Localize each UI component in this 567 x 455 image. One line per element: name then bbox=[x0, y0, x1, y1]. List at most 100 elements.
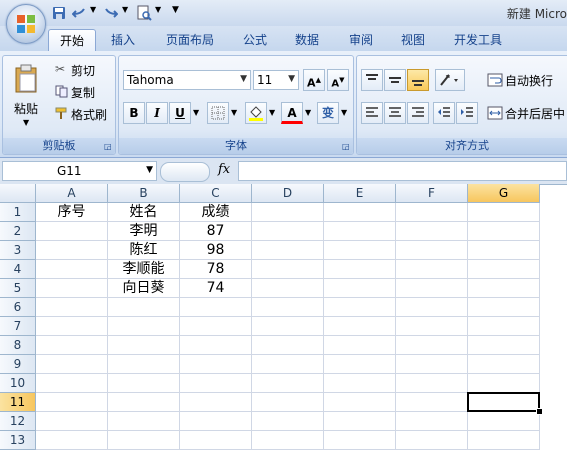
format-painter-icon[interactable] bbox=[55, 107, 68, 120]
row-header-9[interactable]: 9 bbox=[0, 355, 36, 374]
borders-button[interactable] bbox=[207, 102, 229, 124]
cell-f6[interactable] bbox=[396, 298, 468, 317]
cell-b4[interactable]: 李顺能 bbox=[108, 260, 180, 279]
cell-f7[interactable] bbox=[396, 317, 468, 336]
preview-dropdown-icon[interactable]: ▼ bbox=[155, 5, 161, 21]
cell-b8[interactable] bbox=[108, 336, 180, 355]
cell-e3[interactable] bbox=[324, 241, 396, 260]
cell-c3[interactable]: 98 bbox=[180, 241, 252, 260]
tab-page-layout[interactable]: 页面布局 bbox=[158, 29, 222, 51]
cell-g1[interactable] bbox=[468, 203, 540, 222]
cell-c13[interactable] bbox=[180, 431, 252, 450]
cell-d13[interactable] bbox=[252, 431, 324, 450]
fill-handle[interactable] bbox=[536, 408, 543, 415]
cell-b13[interactable] bbox=[108, 431, 180, 450]
tab-view[interactable]: 视图 bbox=[390, 29, 436, 51]
cell-e8[interactable] bbox=[324, 336, 396, 355]
cell-b1[interactable]: 姓名 bbox=[108, 203, 180, 222]
italic-button[interactable]: I bbox=[146, 102, 168, 124]
cell-c4[interactable]: 78 bbox=[180, 260, 252, 279]
cell-g12[interactable] bbox=[468, 412, 540, 431]
cell-d10[interactable] bbox=[252, 374, 324, 393]
row-header-1[interactable]: 1 bbox=[0, 203, 36, 222]
cell-f5[interactable] bbox=[396, 279, 468, 298]
cell-f9[interactable] bbox=[396, 355, 468, 374]
cell-f2[interactable] bbox=[396, 222, 468, 241]
cell-a5[interactable] bbox=[36, 279, 108, 298]
font-size-select[interactable]: 11 ▼ bbox=[253, 70, 299, 90]
cell-f4[interactable] bbox=[396, 260, 468, 279]
cell-a8[interactable] bbox=[36, 336, 108, 355]
cell-e13[interactable] bbox=[324, 431, 396, 450]
bold-button[interactable]: B bbox=[123, 102, 145, 124]
cell-c6[interactable] bbox=[180, 298, 252, 317]
cell-b5[interactable]: 向日葵 bbox=[108, 279, 180, 298]
row-header-7[interactable]: 7 bbox=[0, 317, 36, 336]
cut-icon[interactable]: ✂ bbox=[55, 62, 65, 76]
row-header-5[interactable]: 5 bbox=[0, 279, 36, 298]
row-header-12[interactable]: 12 bbox=[0, 412, 36, 431]
grow-font-button[interactable]: A▲ bbox=[303, 69, 325, 91]
cell-d1[interactable] bbox=[252, 203, 324, 222]
cell-d5[interactable] bbox=[252, 279, 324, 298]
cell-d3[interactable] bbox=[252, 241, 324, 260]
cell-e11[interactable] bbox=[324, 393, 396, 412]
undo-dropdown-icon[interactable]: ▼ bbox=[90, 5, 96, 21]
cell-a3[interactable] bbox=[36, 241, 108, 260]
redo-dropdown-icon[interactable]: ▼ bbox=[122, 5, 128, 21]
cell-f11[interactable] bbox=[396, 393, 468, 412]
column-header-c[interactable]: C bbox=[180, 184, 252, 203]
cell-g3[interactable] bbox=[468, 241, 540, 260]
cell-c10[interactable] bbox=[180, 374, 252, 393]
cell-d11[interactable] bbox=[252, 393, 324, 412]
cell-b7[interactable] bbox=[108, 317, 180, 336]
print-preview-icon[interactable] bbox=[136, 5, 152, 21]
cell-b3[interactable]: 陈红 bbox=[108, 241, 180, 260]
cell-a13[interactable] bbox=[36, 431, 108, 450]
office-button[interactable] bbox=[6, 4, 46, 44]
row-header-13[interactable]: 13 bbox=[0, 431, 36, 450]
cell-e10[interactable] bbox=[324, 374, 396, 393]
align-top-button[interactable] bbox=[361, 69, 383, 91]
cell-a9[interactable] bbox=[36, 355, 108, 374]
row-header-2[interactable]: 2 bbox=[0, 222, 36, 241]
cell-f12[interactable] bbox=[396, 412, 468, 431]
cell-b10[interactable] bbox=[108, 374, 180, 393]
cell-g7[interactable] bbox=[468, 317, 540, 336]
customize-toolbar-icon[interactable]: ▼ bbox=[172, 5, 179, 21]
align-left-button[interactable] bbox=[361, 102, 383, 124]
column-header-b[interactable]: B bbox=[108, 184, 180, 203]
insert-function-button[interactable]: fx bbox=[218, 162, 230, 177]
paste-icon[interactable] bbox=[13, 64, 39, 94]
tab-developer[interactable]: 开发工具 bbox=[446, 29, 510, 51]
cell-c12[interactable] bbox=[180, 412, 252, 431]
cell-b12[interactable] bbox=[108, 412, 180, 431]
cell-g6[interactable] bbox=[468, 298, 540, 317]
cell-f13[interactable] bbox=[396, 431, 468, 450]
decrease-indent-button[interactable] bbox=[433, 102, 455, 124]
cell-a1[interactable]: 序号 bbox=[36, 203, 108, 222]
cell-e2[interactable] bbox=[324, 222, 396, 241]
tab-formulas[interactable]: 公式 bbox=[232, 29, 278, 51]
cell-e4[interactable] bbox=[324, 260, 396, 279]
cell-a2[interactable] bbox=[36, 222, 108, 241]
cell-e9[interactable] bbox=[324, 355, 396, 374]
paste-dropdown-icon[interactable]: ▼ bbox=[23, 118, 29, 127]
cell-d2[interactable] bbox=[252, 222, 324, 241]
select-all-corner[interactable] bbox=[0, 184, 36, 203]
align-center-button[interactable] bbox=[384, 102, 406, 124]
increase-indent-button[interactable] bbox=[456, 102, 478, 124]
cell-g2[interactable] bbox=[468, 222, 540, 241]
cell-c5[interactable]: 74 bbox=[180, 279, 252, 298]
row-header-4[interactable]: 4 bbox=[0, 260, 36, 279]
column-header-e[interactable]: E bbox=[324, 184, 396, 203]
cell-b11[interactable] bbox=[108, 393, 180, 412]
name-box[interactable]: G11 ▼ bbox=[2, 161, 157, 181]
cell-c1[interactable]: 成绩 bbox=[180, 203, 252, 222]
cell-c8[interactable] bbox=[180, 336, 252, 355]
cell-g13[interactable] bbox=[468, 431, 540, 450]
cell-d9[interactable] bbox=[252, 355, 324, 374]
fill-color-button[interactable] bbox=[245, 102, 267, 124]
column-header-d[interactable]: D bbox=[252, 184, 324, 203]
cell-g10[interactable] bbox=[468, 374, 540, 393]
